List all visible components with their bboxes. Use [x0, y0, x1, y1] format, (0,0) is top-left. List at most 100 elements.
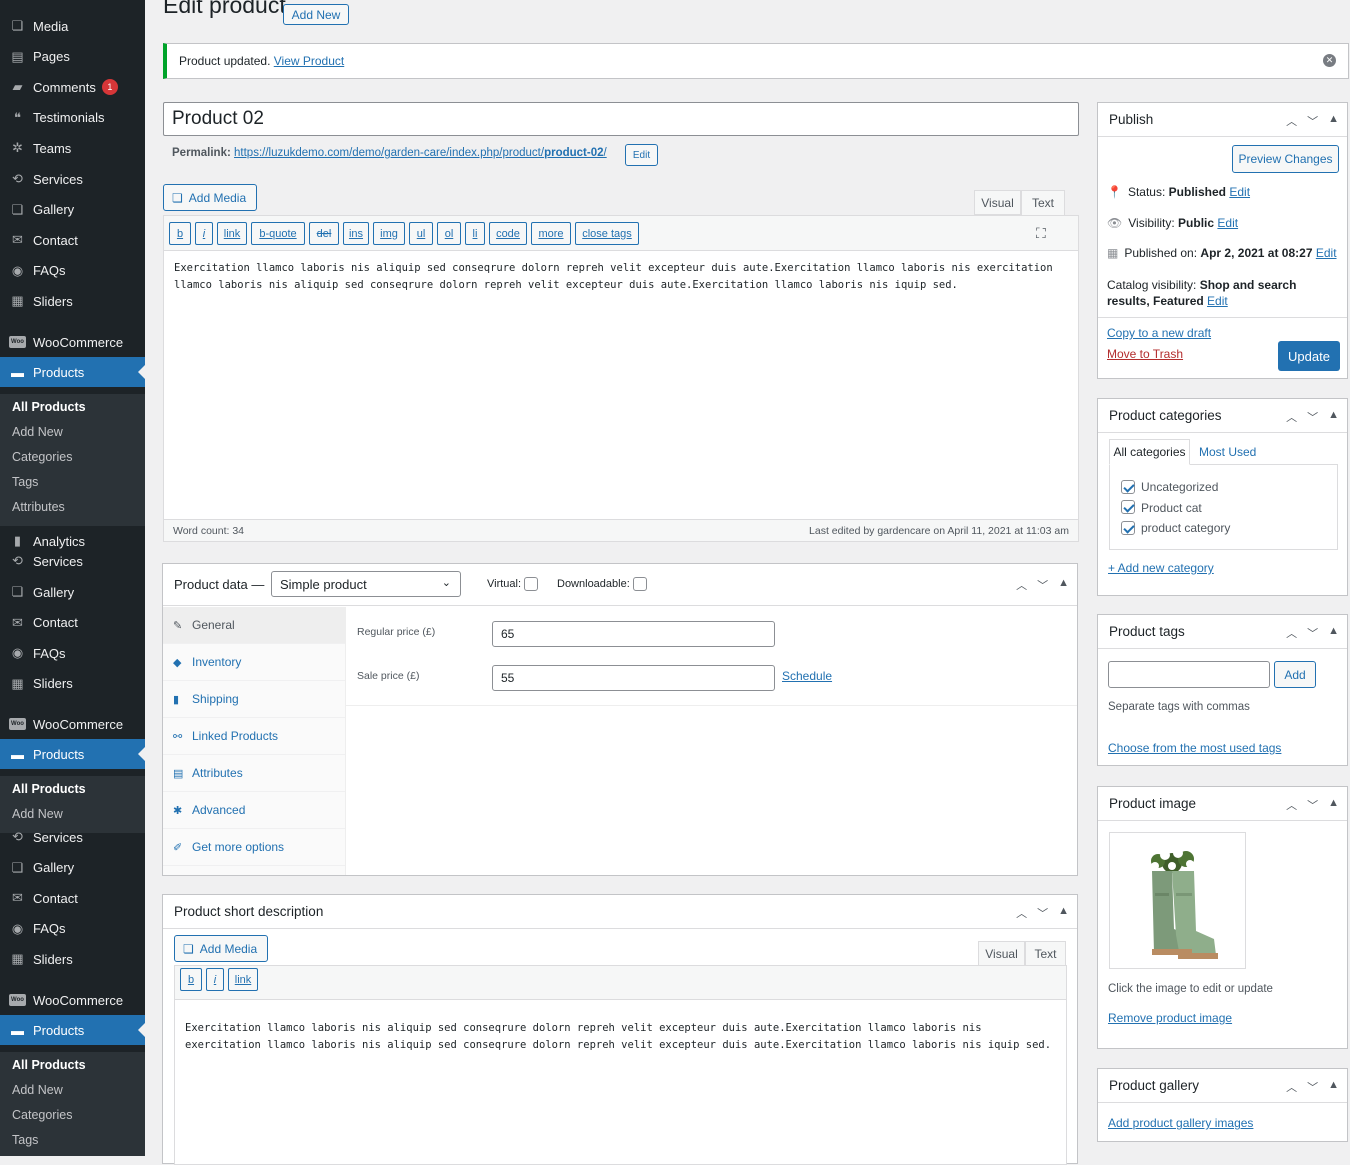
- tab-most-used[interactable]: Most Used: [1199, 445, 1256, 459]
- quicktag-close-tags[interactable]: close tags: [575, 222, 639, 245]
- fullscreen-icon[interactable]: ⛶: [1036, 225, 1046, 242]
- move-up-icon[interactable]: ︿: [1286, 1079, 1297, 1095]
- sidebar-item-products[interactable]: ▬ Products: [0, 739, 145, 769]
- move-up-icon[interactable]: ︿: [1286, 409, 1297, 425]
- add-gallery-images-link[interactable]: Add product gallery images: [1108, 1116, 1253, 1130]
- status-edit-link[interactable]: Edit: [1229, 185, 1250, 199]
- choose-tags-link[interactable]: Choose from the most used tags: [1108, 741, 1281, 755]
- quicktag-b[interactable]: b: [180, 968, 202, 991]
- sale-price-input[interactable]: 55: [492, 665, 775, 691]
- submenu-item-categories[interactable]: Categories: [0, 444, 145, 469]
- product-image[interactable]: [1109, 832, 1246, 969]
- category-item[interactable]: Product cat: [1121, 500, 1202, 515]
- toggle-panel-icon[interactable]: ▲: [1058, 905, 1069, 921]
- move-down-icon[interactable]: ﹀: [1307, 409, 1318, 425]
- move-up-icon[interactable]: ︿: [1016, 905, 1027, 921]
- schedule-link[interactable]: Schedule: [782, 669, 832, 683]
- move-down-icon[interactable]: ﹀: [1037, 905, 1048, 921]
- virtual-checkbox[interactable]: [524, 577, 539, 591]
- sidebar-item-gallery[interactable]: ❏ Gallery: [0, 577, 145, 607]
- add-new-button[interactable]: Add New: [283, 4, 349, 25]
- tab-all-categories[interactable]: All categories: [1109, 439, 1190, 465]
- published-edit-link[interactable]: Edit: [1316, 246, 1337, 260]
- move-down-icon[interactable]: ﹀: [1307, 797, 1318, 813]
- move-up-icon[interactable]: ︿: [1286, 797, 1297, 813]
- catalog-edit-link[interactable]: Edit: [1207, 294, 1228, 308]
- quicktag-code[interactable]: code: [489, 222, 527, 245]
- tab-shipping[interactable]: ▮ Shipping: [163, 681, 345, 718]
- sidebar-item-sliders[interactable]: ▦ Sliders: [0, 669, 145, 699]
- sidebar-item-faqs[interactable]: ◉ FAQs: [0, 638, 145, 668]
- tab-inventory[interactable]: ◆ Inventory: [163, 644, 345, 681]
- quicktag-b-quote[interactable]: b-quote: [251, 222, 305, 245]
- quicktag-ul[interactable]: ul: [409, 222, 433, 245]
- tab-visual[interactable]: Visual: [974, 190, 1021, 215]
- quicktag-link[interactable]: link: [217, 222, 247, 245]
- add-tag-button[interactable]: Add: [1274, 661, 1316, 688]
- move-to-trash-link[interactable]: Move to Trash: [1107, 347, 1183, 361]
- sidebar-item-faqs[interactable]: ◉ FAQs: [0, 256, 145, 286]
- add-new-category-link[interactable]: + Add new category: [1108, 561, 1214, 575]
- sidebar-item-teams[interactable]: ✲ Teams: [0, 133, 145, 163]
- category-checkbox[interactable]: [1121, 479, 1135, 494]
- sidebar-item-woocommerce[interactable]: Woo WooCommerce: [0, 327, 145, 357]
- sidebar-item-contact[interactable]: ✉ Contact: [0, 225, 145, 255]
- quicktag-link[interactable]: link: [228, 968, 258, 991]
- category-checkbox[interactable]: [1121, 520, 1135, 535]
- sidebar-item-sliders[interactable]: ▦ Sliders: [0, 286, 145, 316]
- toggle-panel-icon[interactable]: ▲: [1328, 409, 1339, 425]
- quicktag-li[interactable]: li: [465, 222, 485, 245]
- sidebar-item-contact[interactable]: ✉ Contact: [0, 608, 145, 638]
- sidebar-item-services[interactable]: ⟲ Services: [0, 546, 145, 576]
- submenu-item-attributes[interactable]: Attributes: [0, 494, 145, 519]
- move-down-icon[interactable]: ﹀: [1307, 113, 1318, 129]
- submenu-item-all-products[interactable]: All Products: [0, 394, 145, 419]
- sidebar-item-woocommerce[interactable]: Woo WooCommerce: [0, 709, 145, 739]
- quicktag-more[interactable]: more: [531, 222, 571, 245]
- regular-price-input[interactable]: 65: [492, 621, 775, 647]
- sidebar-item-services[interactable]: ⟲ Services: [0, 164, 145, 194]
- move-down-icon[interactable]: ﹀: [1037, 577, 1048, 593]
- view-product-link[interactable]: View Product: [274, 54, 344, 68]
- quicktag-ol[interactable]: ol: [437, 222, 461, 245]
- sidebar-item-comments[interactable]: ▰ Comments 1: [0, 72, 145, 102]
- add-media-button[interactable]: ❏ Add Media: [163, 184, 257, 211]
- submenu-item-all-products[interactable]: All Products: [0, 776, 145, 801]
- submenu-item-add-new[interactable]: Add New: [0, 419, 145, 444]
- sidebar-item-products[interactable]: ▬ Products: [0, 1015, 145, 1045]
- dismiss-icon[interactable]: ✕: [1323, 54, 1336, 67]
- sidebar-item-gallery[interactable]: ❏ Gallery: [0, 195, 145, 225]
- add-media-button[interactable]: ❏ Add Media: [174, 935, 268, 962]
- sidebar-item-contact[interactable]: ✉ Contact: [0, 883, 145, 913]
- submenu-item-add-new[interactable]: Add New: [0, 1077, 145, 1102]
- sidebar-item-woocommerce[interactable]: Woo WooCommerce: [0, 985, 145, 1015]
- toggle-panel-icon[interactable]: ▲: [1328, 625, 1339, 641]
- tab-text[interactable]: Text: [1025, 941, 1066, 966]
- submenu-item-all-products[interactable]: All Products: [0, 1052, 145, 1077]
- category-item[interactable]: Uncategorized: [1121, 479, 1218, 494]
- move-up-icon[interactable]: ︿: [1016, 577, 1027, 593]
- sidebar-item-sliders[interactable]: ▦ Sliders: [0, 944, 145, 974]
- tab-general[interactable]: ✎ General: [163, 607, 345, 644]
- submenu-item-tags[interactable]: Tags: [0, 1127, 145, 1152]
- sidebar-item-testimonials[interactable]: ❝ Testimonials: [0, 103, 145, 133]
- tab-linked-products[interactable]: ⚯ Linked Products: [163, 718, 345, 755]
- remove-image-link[interactable]: Remove product image: [1108, 1011, 1232, 1025]
- downloadable-checkbox[interactable]: [632, 577, 647, 591]
- toggle-panel-icon[interactable]: ▲: [1328, 113, 1339, 129]
- tag-input[interactable]: [1108, 661, 1270, 688]
- sidebar-item-faqs[interactable]: ◉ FAQs: [0, 914, 145, 944]
- tab-text[interactable]: Text: [1021, 190, 1065, 216]
- tab-visual[interactable]: Visual: [978, 941, 1025, 966]
- sidebar-item-products[interactable]: ▬ Products: [0, 357, 145, 387]
- quicktag-del[interactable]: del: [309, 222, 339, 245]
- product-type-select[interactable]: Simple product ⌄: [271, 571, 461, 597]
- move-down-icon[interactable]: ﹀: [1307, 625, 1318, 641]
- quicktag-img[interactable]: img: [373, 222, 405, 245]
- content-textarea[interactable]: Exercitation llamco laboris nis aliquip …: [174, 260, 1074, 294]
- quicktag-ins[interactable]: ins: [343, 222, 369, 245]
- permalink-edit-button[interactable]: Edit: [625, 144, 658, 166]
- update-button[interactable]: Update: [1278, 341, 1340, 371]
- sidebar-item-pages[interactable]: ▤ Pages: [0, 42, 145, 72]
- category-checkbox[interactable]: [1121, 500, 1135, 515]
